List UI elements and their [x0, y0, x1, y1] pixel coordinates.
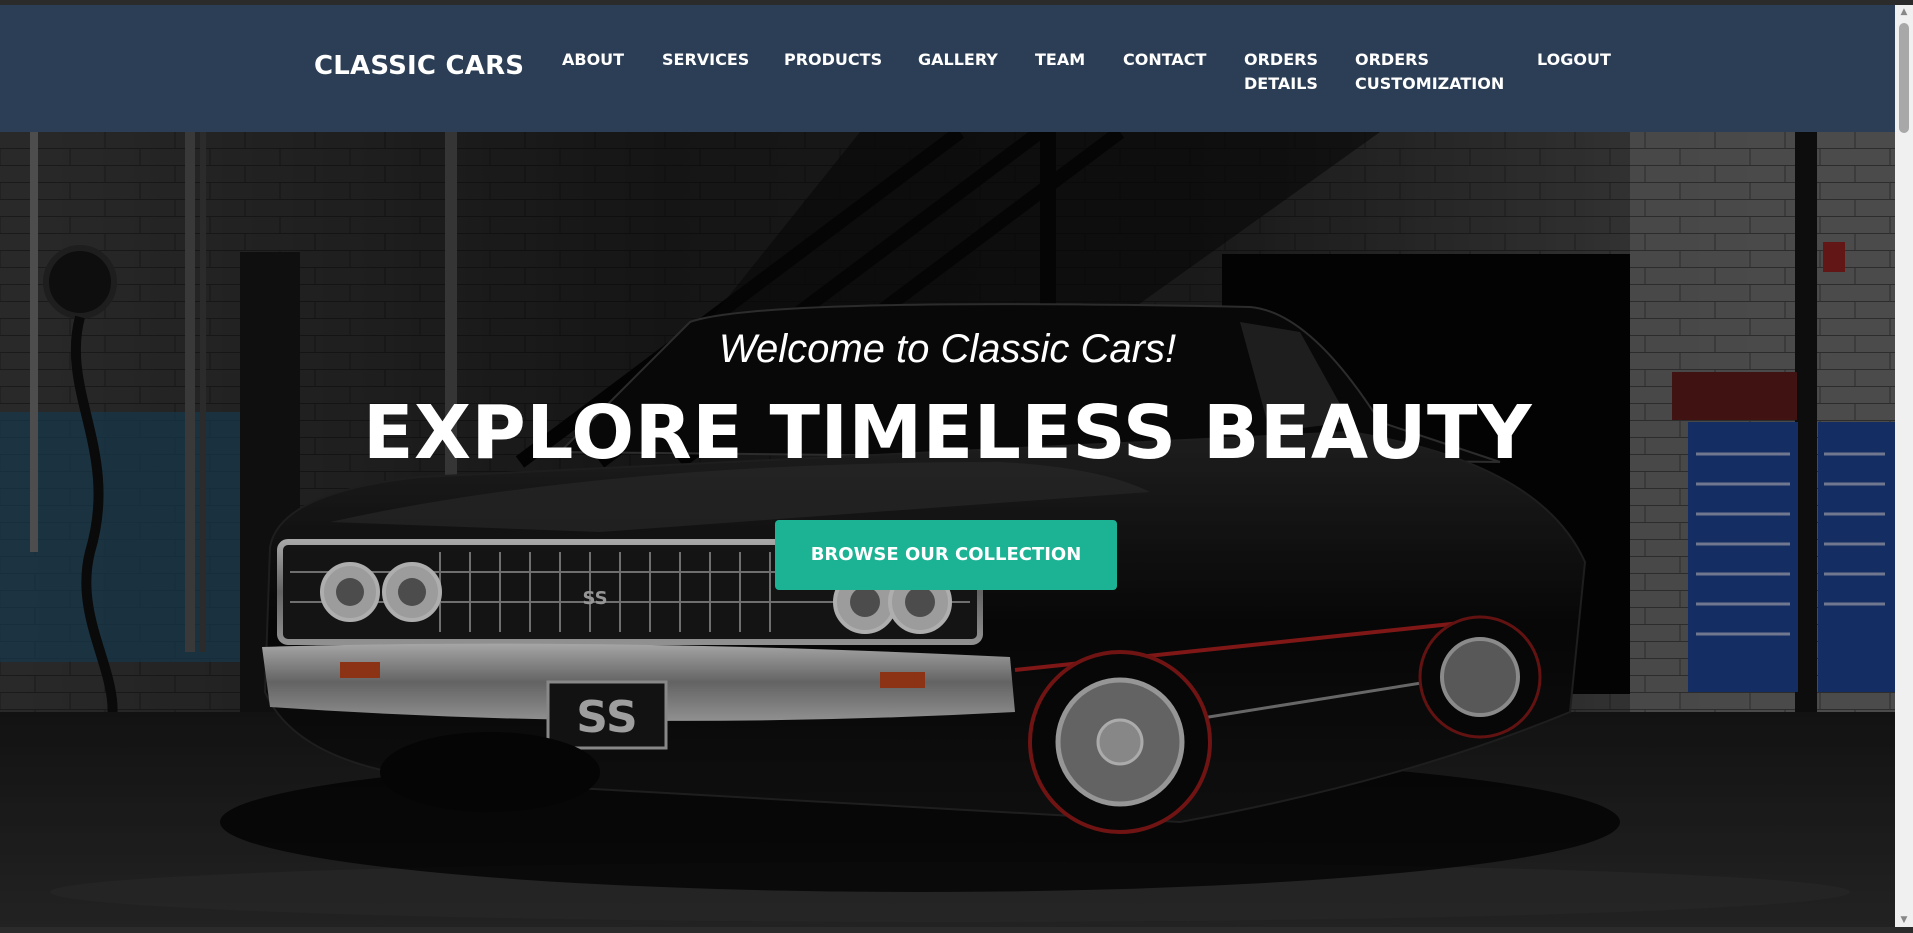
nav-label: ORDERS: [1355, 50, 1429, 69]
brand-logo[interactable]: CLASSIC CARS: [314, 51, 524, 81]
nav-products[interactable]: PRODUCTS: [784, 48, 882, 72]
nav-orders-details[interactable]: ORDERS DETAILS: [1244, 48, 1318, 96]
nav-contact[interactable]: CONTACT: [1123, 48, 1206, 72]
nav-label: SERVICES: [662, 50, 750, 69]
top-navbar: CLASSIC CARS ABOUT SERVICES PRODUCTS GAL…: [0, 5, 1895, 132]
nav-label: LOGOUT: [1537, 50, 1611, 69]
nav-orders-customization[interactable]: ORDERS CUSTOMIZATION: [1355, 48, 1504, 96]
nav-label: ABOUT: [562, 50, 625, 69]
nav-gallery[interactable]: GALLERY: [918, 48, 998, 72]
nav-services[interactable]: SERVICES: [662, 48, 749, 72]
nav-label: CONTACT: [1123, 50, 1207, 69]
scroll-up-arrow-icon[interactable]: ▲: [1895, 5, 1913, 19]
nav-label: PRODUCTS: [784, 50, 883, 69]
hero-welcome-text: Welcome to Classic Cars!: [718, 327, 1177, 371]
hero-headline: EXPLORE TIMELESS BEAUTY: [362, 390, 1533, 476]
nav-label: TEAM: [1035, 50, 1086, 69]
browser-viewport: CLASSIC CARS ABOUT SERVICES PRODUCTS GAL…: [0, 5, 1895, 927]
nav-team[interactable]: TEAM: [1035, 48, 1085, 72]
nav-label: GALLERY: [918, 50, 998, 69]
nav-label: CUSTOMIZATION: [1355, 74, 1505, 93]
browse-collection-button[interactable]: BROWSE OUR COLLECTION: [775, 520, 1117, 590]
hero-section: SS SS Welcome to Classic Cars! EXPLORE T…: [0, 132, 1895, 927]
nav-label: DETAILS: [1244, 74, 1318, 93]
nav-logout[interactable]: LOGOUT: [1537, 48, 1611, 72]
scrollbar-thumb[interactable]: [1899, 23, 1909, 133]
vertical-scrollbar[interactable]: ▲ ▼: [1895, 5, 1913, 927]
scroll-down-arrow-icon[interactable]: ▼: [1895, 913, 1913, 927]
nav-about[interactable]: ABOUT: [562, 48, 624, 72]
nav-label: ORDERS: [1244, 50, 1318, 69]
